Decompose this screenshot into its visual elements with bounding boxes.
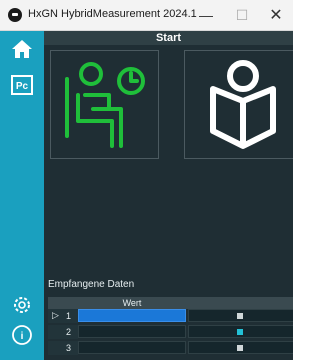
info-icon[interactable]: i	[10, 323, 34, 347]
sidebar: Pc i	[0, 31, 44, 360]
table-row[interactable]: 3	[48, 341, 293, 355]
window-title: HxGN HybridMeasurement 2024.1	[28, 8, 197, 20]
info-icon-label: i	[21, 331, 24, 342]
minimize-button[interactable]: —	[188, 0, 224, 30]
table-row[interactable]: ▷ 1	[48, 309, 293, 323]
app-logo-icon	[8, 8, 22, 22]
pc-icon[interactable]: Pc	[10, 73, 34, 97]
status-cell[interactable]	[188, 309, 293, 322]
tile-reading[interactable]	[184, 50, 293, 159]
received-data-table: Wert ▷ 1 2 3	[48, 297, 293, 360]
current-row-marker-icon: ▷	[52, 310, 59, 320]
pc-icon-label: Pc	[16, 81, 29, 92]
column-header-wert[interactable]: Wert	[78, 297, 186, 309]
status-square-icon	[237, 329, 243, 335]
status-square-icon	[237, 345, 243, 351]
close-button[interactable]: ✕	[258, 0, 293, 30]
value-cell[interactable]	[78, 341, 186, 354]
table-header: Wert	[48, 297, 293, 309]
page-header: Start	[44, 31, 293, 45]
app-window: HxGN HybridMeasurement 2024.1 — ☐ ✕ Pc i…	[0, 0, 293, 360]
status-cell[interactable]	[188, 341, 293, 354]
title-bar: HxGN HybridMeasurement 2024.1 — ☐ ✕	[0, 0, 293, 31]
person-waiting-clock-icon	[65, 62, 145, 148]
status-cell[interactable]	[188, 325, 293, 338]
row-number: 1	[66, 311, 72, 321]
gear-icon[interactable]	[10, 293, 34, 317]
person-reading-book-icon	[210, 60, 276, 149]
row-header[interactable]	[48, 341, 78, 355]
page-title: Start	[155, 32, 182, 44]
table-row[interactable]: 2	[48, 325, 293, 339]
row-header[interactable]	[48, 325, 78, 339]
received-data-label: Empfangene Daten	[48, 279, 135, 290]
main-panel: Empfangene Daten Wert ▷ 1 2 3	[44, 45, 293, 360]
row-number: 3	[66, 343, 72, 353]
value-cell[interactable]	[78, 309, 186, 322]
value-cell[interactable]	[78, 325, 186, 338]
row-number: 2	[66, 327, 72, 337]
maximize-button[interactable]: ☐	[224, 0, 260, 30]
status-square-icon	[237, 313, 243, 319]
tile-waiting[interactable]	[50, 50, 159, 159]
home-icon[interactable]	[10, 37, 34, 61]
